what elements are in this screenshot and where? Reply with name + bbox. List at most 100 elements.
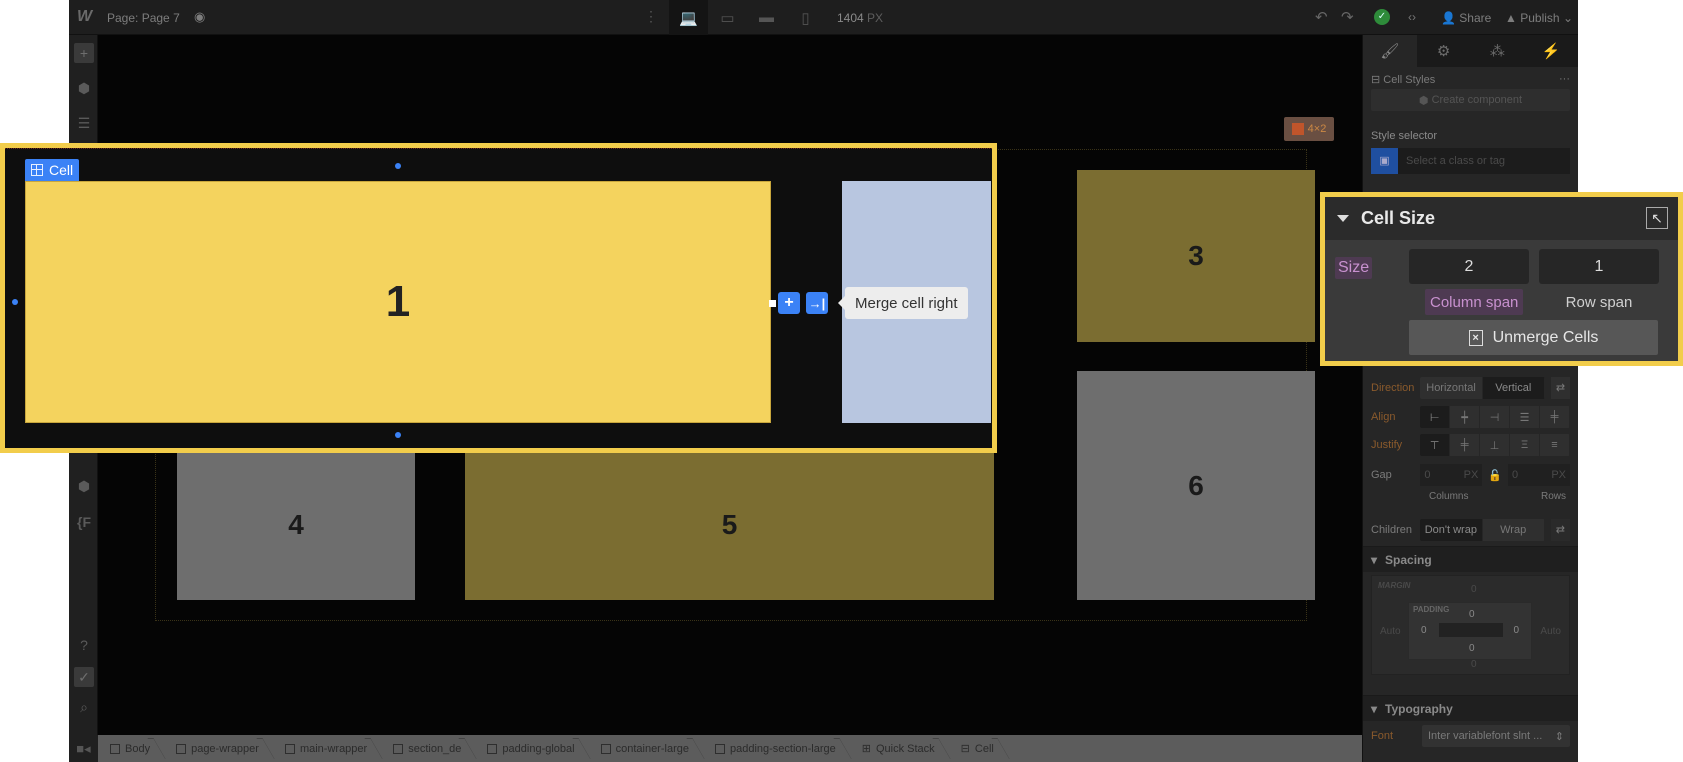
components-icon[interactable]: ⬢ (74, 78, 94, 98)
padding-right[interactable]: 0 (1513, 625, 1519, 636)
code-icon[interactable]: ‹› (1408, 10, 1416, 24)
cell-1[interactable]: 1 (25, 181, 771, 423)
cell-3[interactable]: 3 (1077, 170, 1315, 342)
reverse-wrap-icon[interactable]: ⇄ (1550, 519, 1570, 541)
publish-button[interactable]: ▲ Publish ⌄ (1505, 11, 1573, 25)
create-component-label: Create component (1431, 94, 1523, 106)
style-selector-input[interactable]: ▣ Select a class or tag (1371, 148, 1570, 174)
breadcrumb-item-padding-global[interactable]: padding-global (475, 735, 588, 762)
tasks-icon[interactable]: ✓ (74, 667, 94, 687)
justify-around-icon[interactable]: ≡ (1540, 434, 1570, 456)
breadcrumb-item-cell[interactable]: ⊟ Cell (949, 735, 1008, 762)
direction-horizontal[interactable]: Horizontal (1420, 377, 1483, 399)
row-span-input[interactable]: 1 (1539, 249, 1659, 284)
mobile-landscape-icon[interactable]: ▬ (747, 0, 786, 35)
add-cell-button[interactable]: + (778, 292, 800, 314)
more-options-icon[interactable]: ⋮ (644, 8, 658, 25)
breakpoint-switcher: 💻 ▭ ▬ ▯ (669, 0, 825, 35)
justify-center-icon[interactable]: ╪ (1450, 434, 1481, 456)
margin-right[interactable]: Auto (1540, 626, 1561, 637)
breadcrumb-label: Quick Stack (875, 742, 935, 755)
mobile-portrait-icon[interactable]: ▯ (786, 0, 825, 35)
add-icon[interactable]: + (74, 43, 94, 63)
breadcrumb-item-container-large[interactable]: container-large (589, 735, 703, 762)
style-selector-label: Style selector (1371, 130, 1438, 142)
grid-size-badge[interactable]: 4×2 (1284, 117, 1334, 141)
resize-handle-bottom[interactable] (395, 432, 401, 438)
lightning-icon[interactable]: ⚡ (1524, 35, 1578, 67)
padding-top[interactable]: 0 (1469, 609, 1475, 620)
spacing-section-header[interactable]: ▾ Spacing (1363, 546, 1578, 572)
padding-bottom[interactable]: 0 (1469, 643, 1475, 654)
margin-top[interactable]: 0 (1471, 584, 1477, 595)
laptop-star-icon[interactable]: 💻 (669, 0, 708, 35)
navigator-icon[interactable]: ☰ (74, 113, 94, 133)
resize-handle-left[interactable] (12, 299, 18, 305)
resize-handle-top[interactable] (395, 163, 401, 169)
collapse-icon (1337, 215, 1349, 222)
breadcrumb-item-page-wrapper[interactable]: page-wrapper (164, 735, 273, 762)
breadcrumb-item-padding-section-large[interactable]: padding-section-large (703, 735, 850, 762)
style-icon[interactable]: 🖌 (1363, 35, 1417, 67)
padding-left[interactable]: 0 (1421, 625, 1427, 636)
gap-rows-input[interactable]: 0 PX (1508, 464, 1570, 486)
help-icon[interactable]: ? (74, 635, 94, 655)
cell-6[interactable]: 6 (1077, 371, 1315, 600)
direction-vertical[interactable]: Vertical (1482, 377, 1545, 399)
row-span-label: Row span (1565, 293, 1633, 311)
share-button[interactable]: 👤 Share (1441, 11, 1491, 25)
check-icon[interactable]: ✓ (1374, 9, 1390, 25)
margin-left[interactable]: Auto (1380, 626, 1401, 637)
unmerge-label: Unmerge Cells (1492, 328, 1599, 346)
cell-size-header[interactable]: Cell Size (1325, 197, 1678, 240)
create-component-button[interactable]: ⬢ Create component (1371, 89, 1570, 111)
padding-label: PADDING (1413, 605, 1450, 614)
search-icon[interactable]: ⌕ (74, 697, 94, 717)
margin-bottom[interactable]: 0 (1471, 659, 1477, 670)
variables-icon[interactable]: {F (74, 512, 94, 532)
reverse-icon[interactable]: ⇄ (1550, 377, 1570, 399)
justify-row: Justify ⊤ ╪ ⊥ Ξ ≡ (1371, 434, 1570, 456)
align-center-icon[interactable]: ┿ (1450, 406, 1481, 428)
webflow-logo[interactable]: W (77, 8, 92, 26)
breadcrumb-item-section[interactable]: section_de (381, 735, 475, 762)
video-icon[interactable]: ■◂ (69, 735, 98, 762)
merge-cell-right-button[interactable]: →| (806, 292, 828, 314)
more-icon[interactable]: ··· (1559, 73, 1570, 86)
undo-icon[interactable]: ↶ (1315, 8, 1328, 26)
expand-icon[interactable]: ↖ (1646, 207, 1668, 229)
page-name: Page 7 (141, 11, 180, 25)
breadcrumb-item-quick-stack[interactable]: ⊞ Quick Stack (850, 735, 949, 762)
cell-4[interactable]: 4 (177, 450, 415, 600)
font-select[interactable]: Inter variablefont slnt ... ⇕ (1422, 725, 1570, 747)
interactions-icon[interactable]: ⁂ (1470, 35, 1525, 67)
page-selector[interactable]: Page: Page 7 (107, 11, 180, 25)
wrap-option[interactable]: Wrap (1482, 519, 1545, 541)
redo-icon[interactable]: ↷ (1341, 8, 1354, 26)
breadcrumb-item-body[interactable]: Body (98, 735, 164, 762)
justify-start-icon[interactable]: ⊤ (1420, 434, 1451, 456)
align-stretch-icon[interactable]: ☰ (1510, 406, 1541, 428)
cell-selection-tag[interactable]: Cell (25, 159, 80, 181)
typography-section-header[interactable]: ▾ Typography (1363, 695, 1578, 721)
settings-icon[interactable]: ⚙ (1416, 35, 1471, 67)
eye-icon[interactable]: ◉ (194, 9, 205, 25)
justify-between-icon[interactable]: Ξ (1510, 434, 1541, 456)
breadcrumb-item-main-wrapper[interactable]: main-wrapper (273, 735, 381, 762)
style-selector-placeholder: Select a class or tag (1406, 155, 1506, 167)
cms-icon[interactable]: ⬢ (74, 476, 94, 496)
selected-row-preview: Cell 1 + →| Merge cell right (5, 148, 992, 448)
column-span-input[interactable]: 2 (1409, 249, 1529, 284)
lock-icon[interactable]: 🔓 (1488, 469, 1502, 482)
tablet-icon[interactable]: ▭ (708, 0, 747, 35)
font-label: Font (1371, 730, 1394, 742)
align-baseline-icon[interactable]: ╪ (1540, 406, 1570, 428)
cell-5[interactable]: 5 (465, 450, 994, 600)
dont-wrap-option[interactable]: Don't wrap (1420, 519, 1483, 541)
justify-end-icon[interactable]: ⊥ (1480, 434, 1511, 456)
resize-handle-right[interactable] (769, 300, 776, 307)
align-end-icon[interactable]: ⊣ (1480, 406, 1511, 428)
unmerge-cells-button[interactable]: × Unmerge Cells (1409, 320, 1658, 355)
gap-columns-input[interactable]: 0 PX (1420, 464, 1483, 486)
align-start-icon[interactable]: ⊢ (1420, 406, 1451, 428)
